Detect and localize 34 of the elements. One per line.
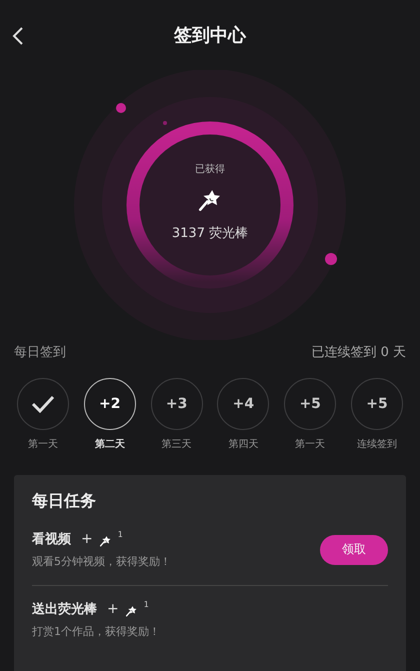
day-circle[interactable]: +4: [217, 378, 270, 430]
reward-text: +3: [166, 396, 188, 412]
day-label: 连续签到: [356, 438, 397, 451]
day-label: 第二天: [94, 438, 125, 451]
reward-text: +4: [232, 396, 254, 412]
day-label: 第三天: [162, 438, 192, 451]
task-description: 观看5分钟视频，获得奖励！: [32, 554, 171, 569]
reward-text: +5: [299, 396, 321, 412]
day-label: 第一天: [295, 438, 326, 451]
task-description: 打赏1个作品，获得奖励！: [32, 624, 160, 639]
day-label: 第四天: [228, 438, 258, 451]
streak-text: 已连续签到 0 天: [311, 344, 406, 361]
day-label: 第一天: [28, 438, 58, 451]
reward-text: +2: [99, 396, 121, 412]
reward-text: +5: [366, 396, 388, 412]
task-name: 送出荧光棒: [32, 601, 97, 618]
plus-sign: +: [107, 601, 119, 617]
back-icon[interactable]: [12, 26, 24, 46]
page-title: 签到中心: [174, 24, 246, 47]
card-title: 每日任务: [32, 491, 97, 512]
claim-button[interactable]: 领取: [320, 534, 388, 564]
amount-text: 3137 荧光棒: [172, 225, 248, 242]
day-circle[interactable]: +5: [284, 378, 336, 430]
reward-count: 1: [144, 600, 149, 609]
reward-count: 1: [118, 530, 123, 539]
caption-text: 已获得: [195, 162, 225, 176]
day-circle[interactable]: [17, 378, 69, 430]
day-circle[interactable]: +5: [350, 378, 403, 430]
plus-sign: +: [81, 531, 93, 547]
day-circle[interactable]: +2: [84, 378, 136, 430]
check-icon: [31, 395, 55, 413]
section-title: 每日签到: [14, 344, 66, 361]
task-name: 看视频: [32, 531, 71, 548]
day-circle[interactable]: +3: [150, 378, 203, 430]
